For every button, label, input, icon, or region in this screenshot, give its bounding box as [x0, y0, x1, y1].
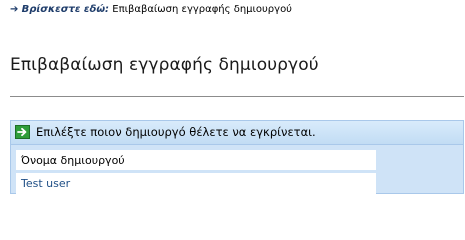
page-title: Επιβαβαίωση εγγραφής δημιουργού — [10, 55, 319, 75]
breadcrumb-arrow-icon: ➔ — [10, 4, 19, 15]
breadcrumb: ➔ Βρίσκεστε εδώ: Επιβαβαίωση εγγραφής δη… — [10, 4, 292, 16]
author-selection-panel: Επιλέξτε ποιον δημιουργό θέλετε να εγκρί… — [10, 120, 464, 194]
breadcrumb-prefix: Βρίσκεστε εδώ: — [21, 4, 110, 15]
table-header-author-name: Όνομα δημιουργού — [16, 150, 376, 171]
table-row[interactable]: Test user — [16, 173, 376, 194]
panel-header-text: Επιλέξτε ποιον δημιουργό θέλετε να εγκρί… — [36, 125, 316, 139]
breadcrumb-current: Επιβαβαίωση εγγραφής δημιουργού — [112, 4, 292, 15]
arrow-right-icon — [15, 125, 30, 139]
title-divider — [10, 96, 464, 97]
panel-header: Επιλέξτε ποιον δημιουργό θέλετε να εγκρί… — [11, 121, 463, 145]
page: ➔ Βρίσκεστε εδώ: Επιβαβαίωση εγγραφής δη… — [0, 0, 465, 204]
authors-table: Όνομα δημιουργού Test user — [16, 150, 376, 194]
